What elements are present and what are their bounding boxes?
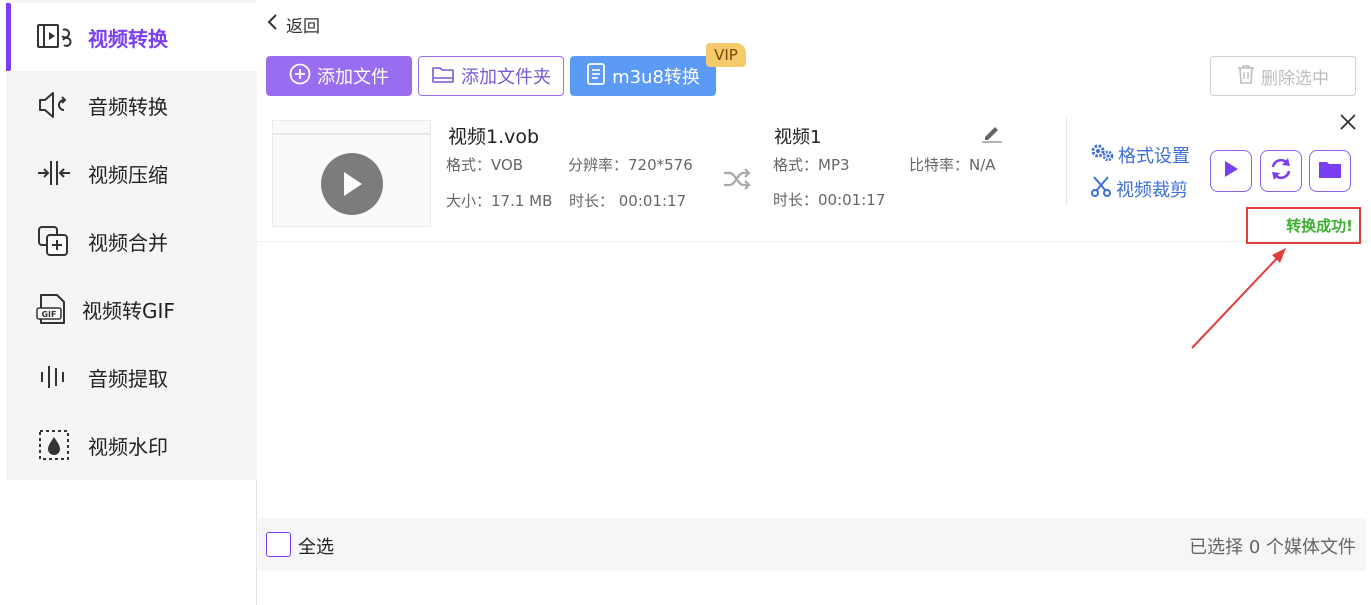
play-button[interactable] xyxy=(1210,150,1252,192)
scissors-icon xyxy=(1090,175,1112,202)
video-cut-label: 视频裁剪 xyxy=(1116,179,1188,201)
annotation-arrow xyxy=(1191,248,1286,349)
source-duration: 时长： 00:01:17 xyxy=(569,192,687,210)
add-folder-button[interactable]: 添加文件夹 xyxy=(418,56,564,96)
sidebar-item-label: 视频合并 xyxy=(88,230,168,255)
audio-extract-icon xyxy=(36,359,72,395)
video-convert-icon xyxy=(36,19,72,55)
compress-icon xyxy=(36,155,72,191)
format-settings-link[interactable]: 格式设置 xyxy=(1090,141,1190,168)
gif-icon: GIF xyxy=(34,291,70,327)
back-button[interactable]: 返回 xyxy=(266,10,320,38)
sidebar-item-video-convert[interactable]: 视频转换 xyxy=(6,3,257,71)
add-folder-label: 添加文件夹 xyxy=(461,67,551,88)
add-file-button[interactable]: 添加文件 xyxy=(266,56,412,96)
folder-icon xyxy=(1318,159,1342,183)
file-list-item: 视频1.vob 格式：VOB 分辨率：720*576 大小：17.1 MB 时长… xyxy=(258,110,1366,242)
source-size: 大小：17.1 MB xyxy=(446,192,553,210)
watermark-icon xyxy=(36,427,72,463)
refresh-icon xyxy=(1268,156,1294,186)
video-thumbnail[interactable] xyxy=(272,120,431,227)
sidebar-item-label: 音频提取 xyxy=(88,366,168,391)
sidebar-item-video-compress[interactable]: 视频压缩 xyxy=(6,139,257,207)
chevron-left-icon xyxy=(266,13,280,35)
gear-icon xyxy=(1090,141,1114,168)
sidebar-item-label: 视频压缩 xyxy=(88,162,168,187)
video-cut-link[interactable]: 视频裁剪 xyxy=(1090,175,1188,202)
source-resolution: 分辨率：720*576 xyxy=(568,156,693,174)
trash-icon xyxy=(1237,64,1255,89)
source-format: 格式：VOB xyxy=(446,156,524,174)
footer-bar: 全选 已选择 0 个媒体文件 xyxy=(258,518,1366,571)
sidebar-item-video-watermark[interactable]: 视频水印 xyxy=(6,411,257,479)
sidebar-nav: 视频转换 音频转换 视频压缩 视频合并 GIF 视频转GIF 音频提取 视频水印 xyxy=(6,0,257,480)
divider xyxy=(1066,118,1067,206)
sidebar-item-label: 视频转GIF xyxy=(82,298,175,323)
delete-label: 删除选中 xyxy=(1261,68,1329,89)
m3u8-convert-button[interactable]: m3u8转换 xyxy=(570,56,716,96)
sidebar-item-label: 视频水印 xyxy=(88,434,168,459)
folder-icon xyxy=(431,64,455,89)
source-file-name: 视频1.vob xyxy=(448,126,540,148)
output-format: 格式：MP3 xyxy=(773,156,850,174)
sidebar-item-label: 音频转换 xyxy=(88,94,168,119)
audio-convert-icon xyxy=(36,87,72,123)
vip-badge: VIP xyxy=(706,43,746,67)
sidebar-item-video-gif[interactable]: GIF 视频转GIF xyxy=(6,275,257,343)
shuffle-icon xyxy=(722,168,752,194)
reconvert-button[interactable] xyxy=(1260,150,1302,192)
sidebar-item-label: 视频转换 xyxy=(88,26,168,51)
sidebar: 视频转换 音频转换 视频压缩 视频合并 GIF 视频转GIF 音频提取 视频水印 xyxy=(0,0,257,605)
add-file-label: 添加文件 xyxy=(317,67,389,88)
conversion-status-label: 转换成功! xyxy=(1286,217,1353,235)
plus-circle-icon xyxy=(289,63,311,90)
sidebar-item-audio-extract[interactable]: 音频提取 xyxy=(6,343,257,411)
conversion-status-badge: 转换成功! xyxy=(1246,207,1361,244)
back-label: 返回 xyxy=(286,16,320,37)
sidebar-item-audio-convert[interactable]: 音频转换 xyxy=(6,71,257,139)
document-icon xyxy=(586,62,606,90)
open-folder-button[interactable] xyxy=(1309,150,1351,192)
svg-text:GIF: GIF xyxy=(41,310,56,319)
output-file-name: 视频1 xyxy=(774,127,822,148)
output-duration: 时长：00:01:17 xyxy=(773,191,886,209)
select-all-label[interactable]: 全选 xyxy=(298,533,334,559)
output-bitrate: 比特率：N/A xyxy=(909,156,996,174)
close-icon[interactable] xyxy=(1338,112,1358,136)
format-settings-label: 格式设置 xyxy=(1118,145,1190,167)
play-icon xyxy=(1222,159,1240,183)
merge-icon xyxy=(36,223,72,259)
edit-icon[interactable] xyxy=(980,122,1004,148)
selection-status: 已选择 0 个媒体文件 xyxy=(1189,537,1356,558)
play-icon xyxy=(321,153,383,215)
m3u8-label: m3u8转换 xyxy=(612,67,700,88)
select-all-checkbox[interactable] xyxy=(266,532,291,557)
delete-selected-button[interactable]: 删除选中 xyxy=(1210,56,1356,96)
sidebar-item-video-merge[interactable]: 视频合并 xyxy=(6,207,257,275)
